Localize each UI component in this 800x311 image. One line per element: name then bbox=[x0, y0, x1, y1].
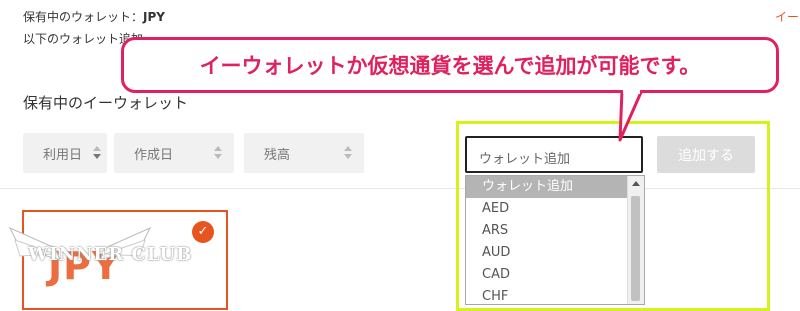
held-wallet-info: 保有中のウォレット：JPY bbox=[23, 8, 165, 25]
scroll-thumb[interactable] bbox=[631, 196, 640, 301]
held-wallet-value: JPY bbox=[143, 10, 165, 24]
sort-label: 残高 bbox=[264, 147, 291, 163]
dropdown-option[interactable]: ウォレット追加 bbox=[466, 176, 644, 198]
sort-label: 利用日 bbox=[43, 147, 83, 163]
sort-arrows-icon bbox=[344, 146, 352, 160]
section-title: 保有中のイーウォレット bbox=[23, 94, 189, 112]
callout-pointer bbox=[618, 90, 644, 142]
dropdown-option[interactable]: AUD bbox=[466, 242, 644, 264]
dropdown-scrollbar[interactable] bbox=[627, 176, 644, 304]
watermark-logo: WINNER CLUB bbox=[28, 244, 193, 265]
dropdown-option[interactable]: ARS bbox=[466, 220, 644, 242]
scroll-up-icon[interactable] bbox=[632, 181, 640, 186]
callout-banner: イーウォレットか仮想通貨を選んで追加が可能です。 bbox=[121, 37, 779, 93]
check-icon: ✓ bbox=[192, 221, 214, 243]
sort-arrows-icon bbox=[93, 146, 101, 160]
sort-by-balance[interactable]: 残高 bbox=[244, 133, 364, 173]
sort-arrows-icon bbox=[214, 146, 222, 160]
dropdown-option[interactable]: CHF bbox=[466, 286, 644, 304]
add-wallet-button[interactable]: 追加する bbox=[657, 136, 755, 173]
sort-by-created-date[interactable]: 作成日 bbox=[114, 133, 234, 173]
wallet-dropdown-list[interactable]: ウォレット追加 AED ARS AUD CAD CHF bbox=[465, 175, 645, 305]
sort-by-usage-date[interactable]: 利用日 bbox=[23, 133, 107, 173]
held-wallet-label: 保有中のウォレット： bbox=[23, 10, 144, 24]
dropdown-option[interactable]: AED bbox=[466, 198, 644, 220]
sort-label: 作成日 bbox=[134, 147, 174, 163]
top-right-link[interactable]: イー bbox=[775, 8, 799, 25]
dropdown-option[interactable]: CAD bbox=[466, 264, 644, 286]
